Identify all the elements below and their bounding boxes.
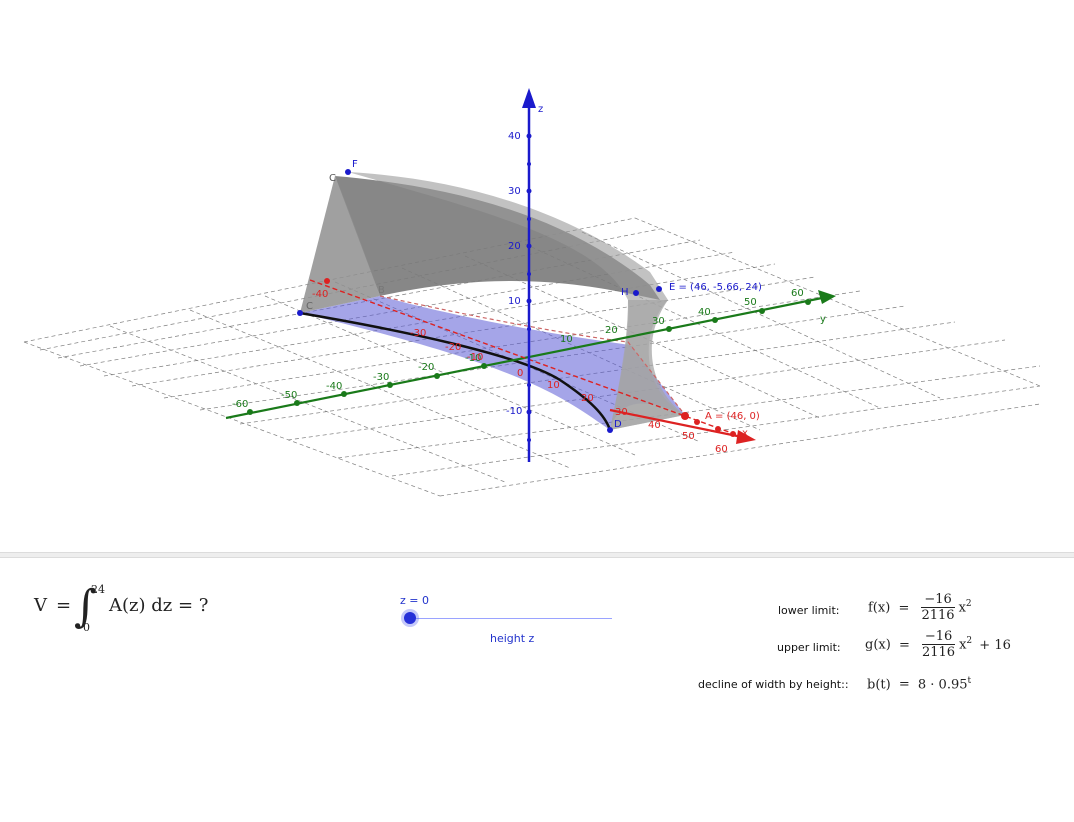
g-tail: + 16 xyxy=(979,637,1011,653)
x-tick-label: 50 xyxy=(682,431,695,442)
f-denominator: 2116 xyxy=(921,608,955,623)
point-f-label: F xyxy=(352,159,358,170)
point-c-base-label: C xyxy=(306,301,313,312)
point-f[interactable] xyxy=(345,169,351,175)
y-tick-label: 10 xyxy=(560,334,573,345)
point-c-base[interactable] xyxy=(297,310,303,316)
y-tick-label: 40 xyxy=(698,307,711,318)
y-tick-label: 50 xyxy=(744,297,757,308)
y-axis-label: y xyxy=(820,314,826,325)
b-expr: 8 · 0.95 xyxy=(917,677,968,693)
g-name: g(x) xyxy=(865,637,891,653)
g-exp: 2 xyxy=(966,636,973,647)
y-tick-label: -40 xyxy=(326,381,342,392)
height-slider[interactable]: z = 0 height z xyxy=(398,594,618,654)
x-tick-label: -10 xyxy=(467,352,483,363)
b-eq: = xyxy=(898,677,910,693)
f-name: f(x) xyxy=(868,600,891,616)
x-tick-label: 0 xyxy=(517,368,523,379)
z-axis-label: z xyxy=(538,104,543,115)
z-tick-label: 30 xyxy=(508,186,521,197)
y-tick-label: -30 xyxy=(373,372,389,383)
point-e[interactable] xyxy=(656,286,662,292)
point-h[interactable] xyxy=(633,290,639,296)
z-tick-label: 10 xyxy=(508,296,521,307)
g-denominator: 2116 xyxy=(921,645,956,660)
lower-limit-label: lower limit: xyxy=(778,604,840,617)
integral-upper-limit: 24 xyxy=(91,583,105,596)
slider-value: z = 0 xyxy=(400,594,429,607)
point-e-label: E = (46, -5.66, 24) xyxy=(669,282,762,293)
x-tick-label: 40 xyxy=(648,420,661,431)
f-numerator: −16 xyxy=(921,592,955,608)
x-tick-label: -40 xyxy=(312,289,328,300)
y-tick-label: 20 xyxy=(605,325,618,336)
f-exp: 2 xyxy=(965,599,972,610)
x-tick-label: 20 xyxy=(581,393,594,404)
volume-symbol: V xyxy=(34,595,47,616)
point-d-label: D xyxy=(614,419,622,430)
point-a-label: A = (46, 0) xyxy=(705,411,760,422)
f-x: x xyxy=(958,600,966,616)
b-definition: b(t) = 8 · 0.95t xyxy=(867,676,971,692)
equals-sign: = xyxy=(56,595,72,616)
solid-back-surface xyxy=(335,176,660,300)
x-tick-label: 60 xyxy=(715,444,728,455)
y-tick-label: -60 xyxy=(232,399,248,410)
y-tick-label: -20 xyxy=(418,362,434,373)
x-tick-label: -20 xyxy=(445,342,461,353)
g-definition: g(x) = −16 2116 x2 + 16 xyxy=(865,629,1011,661)
panel-divider[interactable] xyxy=(0,552,1074,558)
f-definition: f(x) = −16 2116 x2 xyxy=(868,592,972,624)
integral-expression: A(z) dz = ? xyxy=(109,595,209,616)
decline-label: decline of width by height:: xyxy=(698,678,849,691)
g-eq: = xyxy=(898,637,910,653)
point-d[interactable] xyxy=(607,427,613,433)
b-name: b(t) xyxy=(867,677,891,693)
point-b-label: B xyxy=(378,285,385,296)
slider-track[interactable] xyxy=(412,618,612,619)
f-eq: = xyxy=(898,600,910,616)
upper-limit-label: upper limit: xyxy=(777,641,841,654)
z-tick-label: -10 xyxy=(506,406,522,417)
z-tick-label: 20 xyxy=(508,241,521,252)
y-tick-label: -50 xyxy=(281,390,297,401)
x-tick-label: -30 xyxy=(410,328,426,339)
g-fraction: −16 2116 xyxy=(921,629,956,661)
point-c-label: C xyxy=(329,173,336,184)
y-tick-label: 60 xyxy=(791,288,804,299)
slider-caption: height z xyxy=(490,632,535,645)
g-numerator: −16 xyxy=(921,629,956,645)
point-h-label: H xyxy=(621,287,629,298)
x-tick-label: 30 xyxy=(615,407,628,418)
x-axis-label: x xyxy=(742,428,748,439)
y-tick-label: 30 xyxy=(652,316,665,327)
b-exp: t xyxy=(967,676,972,686)
x-tick-label: 10 xyxy=(547,380,560,391)
f-fraction: −16 2116 xyxy=(921,592,955,624)
integral-lower-limit: 0 xyxy=(83,621,90,634)
graphics-3d-view[interactable]: -60 -50 -40 -30 -20 -10 10 20 30 40 50 6… xyxy=(0,0,1074,552)
z-tick-label: 40 xyxy=(508,131,521,142)
slider-knob[interactable] xyxy=(404,612,416,624)
